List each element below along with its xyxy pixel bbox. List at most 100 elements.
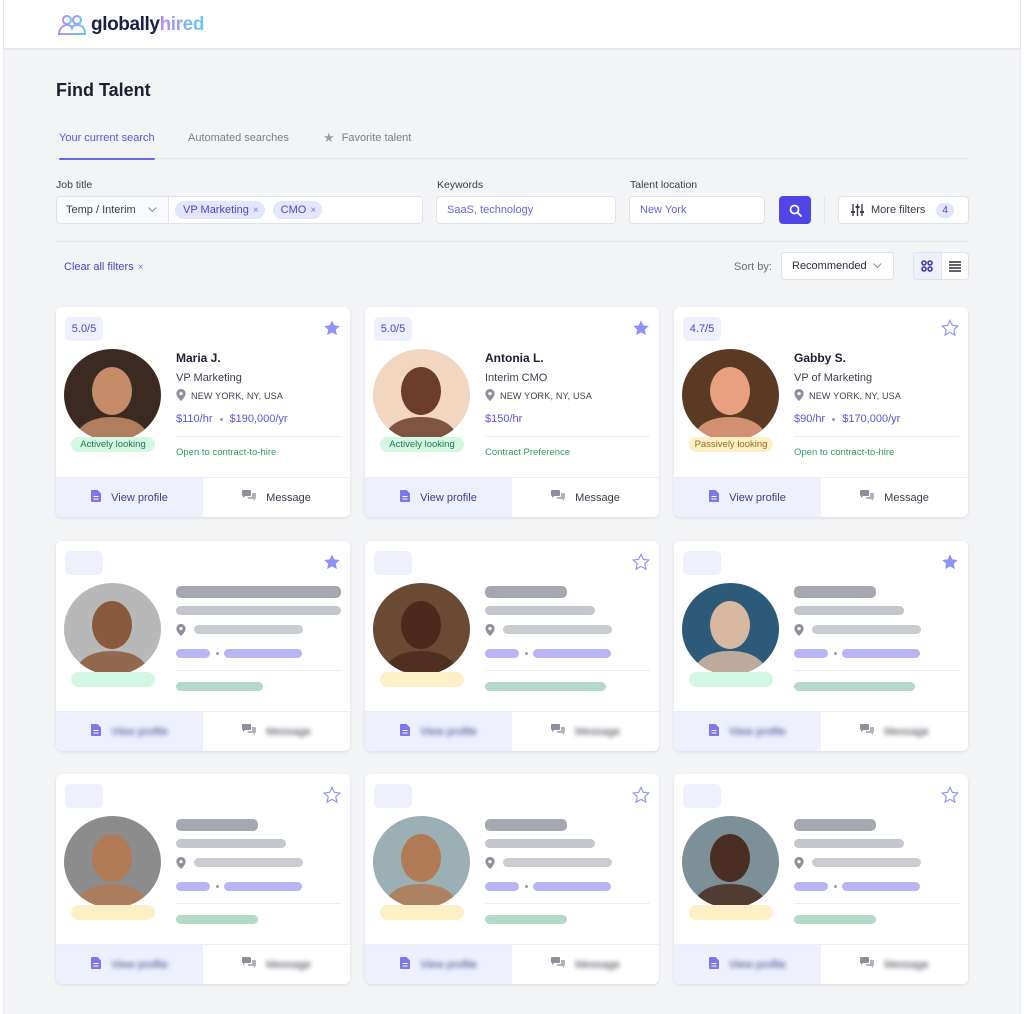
card-actions: View profile Message [365,477,659,517]
sort-select[interactable]: Recommended [781,252,894,280]
rating-badge-placeholder [683,784,721,808]
tab-favorite-talent[interactable]: ★ Favorite talent [323,128,411,159]
favorite-star-icon[interactable] [941,553,959,571]
yearly-rate-placeholder [224,882,302,891]
list-view-button[interactable] [942,253,969,279]
chat-icon [551,957,566,972]
view-profile-button[interactable]: View profile [56,945,203,984]
top-bar: globallyhired [4,0,1020,49]
document-icon [709,957,720,972]
view-profile-button[interactable]: View profile [674,478,821,517]
location-pin-icon [176,856,186,874]
hourly-rate-placeholder [176,882,210,891]
avatar [64,349,161,441]
divider [794,903,959,904]
clear-all-filters-link[interactable]: Clear all filters × [64,261,144,273]
chip-vp-marketing: VP Marketing × [175,201,265,219]
rating-badge-placeholder [65,551,103,575]
favorite-star-icon[interactable] [323,553,341,571]
job-title-field[interactable]: Temp / Interim VP Marketing × CMO × [56,196,423,224]
message-button[interactable]: Message [203,712,350,751]
view-profile-button[interactable]: View profile [56,712,203,751]
message-button[interactable]: Message [821,945,968,984]
grid-view-button[interactable] [914,253,942,279]
rating-badge: 4.7/5 [683,317,721,341]
divider [485,436,650,437]
favorite-star-icon[interactable] [631,552,651,571]
separator-dot [525,885,528,888]
view-profile-button[interactable]: View profile [56,478,203,517]
rating-badge: 5.0/5 [374,317,412,341]
message-button[interactable]: Message [512,945,659,984]
keywords-input[interactable]: SaaS, technology [436,196,616,224]
avatar [373,583,470,675]
talent-location-input[interactable]: New York [629,196,765,224]
status-badge-placeholder [71,905,155,920]
chat-icon [860,957,875,972]
chevron-down-icon [148,203,157,213]
talent-role: Interim CMO [485,372,548,384]
tab-automated-searches[interactable]: Automated searches [188,128,289,159]
document-icon [709,724,720,739]
role-placeholder [485,606,595,615]
favorite-star-icon[interactable] [632,319,650,337]
work-preference: Open to contract-to-hire [794,447,895,458]
favorite-star-icon[interactable] [940,318,960,337]
view-profile-button[interactable]: View profile [365,478,512,517]
document-icon [400,724,411,739]
message-button[interactable]: Message [203,478,350,517]
message-button[interactable]: Message [821,478,968,517]
view-profile-button[interactable]: View profile [674,712,821,751]
remove-chip-icon[interactable]: × [310,205,316,216]
name-placeholder [794,819,876,831]
favorite-star-icon[interactable] [322,785,342,804]
location-pin-icon [176,623,186,641]
close-icon: × [137,262,144,273]
status-badge: Actively looking [71,437,155,452]
avatar [682,816,779,908]
message-button[interactable]: Message [512,478,659,517]
view-profile-button[interactable]: View profile [674,945,821,984]
more-filters-button[interactable]: More filters 4 [838,196,969,224]
sort-label: Sort by: [734,261,772,273]
view-profile-button[interactable]: View profile [365,945,512,984]
avatar [64,583,161,675]
talent-role: VP of Marketing [794,372,873,384]
job-type-select[interactable]: Temp / Interim [57,197,169,223]
message-button[interactable]: Message [512,712,659,751]
location-pin-icon [794,623,804,641]
remove-chip-icon[interactable]: × [253,205,259,216]
tab-current-search[interactable]: Your current search [59,128,155,160]
avatar [373,816,470,908]
name-placeholder [794,586,876,598]
chat-icon [860,724,875,739]
job-title-chips: VP Marketing × CMO × [169,201,323,219]
avatar [64,816,161,908]
logo[interactable]: globallyhired [57,14,204,36]
hourly-rate-placeholder [794,649,828,658]
yearly-rate-placeholder [842,649,920,658]
view-profile-button[interactable]: View profile [365,712,512,751]
favorite-star-icon[interactable] [323,319,341,337]
favorite-star-icon[interactable] [940,785,960,804]
list-icon [948,260,961,272]
work-preference: Contract Preference [485,447,571,458]
favorite-star-icon[interactable] [631,785,651,804]
hourly-rate-placeholder [176,649,210,658]
location-placeholder [194,858,303,867]
talent-card: 4.7/5 Passively looking Gabby S. VP of Mark… [674,307,968,517]
hourly-rate: $150/hr [485,413,523,425]
talent-card-placeholder: View profile Message [674,774,968,984]
separator-dot [525,652,528,655]
message-button[interactable]: Message [203,945,350,984]
message-button[interactable]: Message [821,712,968,751]
talent-name: Antonia L. [485,351,544,365]
search-button[interactable] [779,196,811,224]
hourly-rate-placeholder [485,882,519,891]
divider [794,436,959,437]
card-actions: View profile Message [365,944,659,984]
location-placeholder [812,858,921,867]
talent-card: 5.0/5 Actively looking Maria J. VP Marketin… [56,307,350,517]
document-icon [400,490,411,505]
yearly-rate-placeholder [533,649,611,658]
